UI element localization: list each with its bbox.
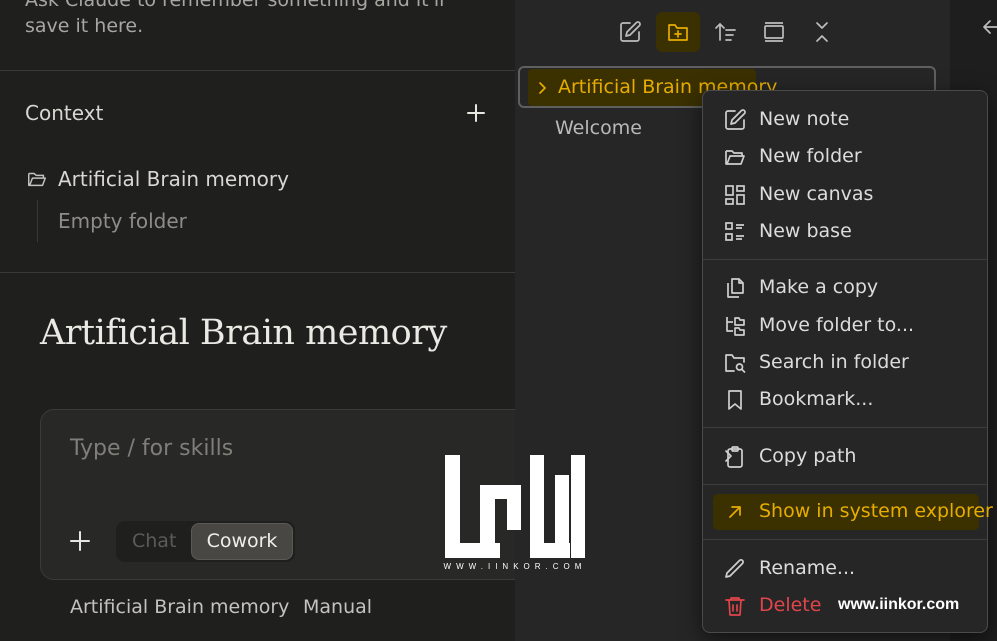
- menu-item-new-base[interactable]: New base: [713, 214, 979, 250]
- menu-item-rename[interactable]: Rename...: [713, 551, 979, 587]
- menu-item-new-folder[interactable]: New folder: [713, 139, 979, 175]
- memory-hint: Ask Claude to remember something and it'…: [25, 0, 445, 11]
- new-note-icon: [620, 21, 641, 42]
- copy-icon: [727, 278, 744, 298]
- watermark-logo: WWW.IINKOR.COM: [444, 455, 587, 571]
- mode-chat-button[interactable]: Chat: [132, 530, 176, 552]
- canvas-icon: [725, 185, 745, 205]
- plus-icon[interactable]: [69, 530, 91, 552]
- menu-item-label: Bookmark...: [759, 388, 874, 410]
- edit-icon: [725, 109, 746, 130]
- move-folder-icon: [726, 317, 745, 336]
- base-table-icon: [725, 222, 744, 241]
- context-title: Context: [25, 101, 104, 125]
- new-folder-icon: [668, 24, 688, 41]
- expand-collapse-icon: [816, 22, 828, 42]
- arrow-up-right-icon: [729, 506, 741, 518]
- collapse-button[interactable]: [752, 12, 796, 52]
- arrow-left-icon[interactable]: [982, 18, 997, 36]
- pencil-icon: [725, 559, 744, 578]
- mode-selector[interactable]: Manual: [303, 596, 372, 618]
- page-title: Artificial Brain memory: [40, 313, 447, 353]
- sort-icon: [715, 22, 736, 41]
- tree-item-welcome[interactable]: Welcome: [555, 117, 642, 139]
- menu-item-label: Show in system explorer: [759, 500, 993, 522]
- menu-item-label: New base: [759, 220, 852, 242]
- menu-item-label: Search in folder: [759, 351, 909, 373]
- watermark-url: www.iinkor.com: [838, 596, 960, 613]
- menu-separator: [703, 484, 987, 485]
- menu-item-label: New canvas: [759, 183, 874, 205]
- chevron-right-icon: [725, 450, 732, 462]
- bookmark-icon: [728, 390, 742, 410]
- new-folder-button[interactable]: [656, 12, 700, 52]
- menu-item-label: Move folder to...: [759, 314, 915, 336]
- divider: [0, 272, 515, 273]
- folder-search-icon: [725, 354, 746, 373]
- memory-hint-line-2: save it here.: [25, 15, 144, 37]
- folder-open-icon: [26, 168, 48, 190]
- trash-icon: [725, 597, 745, 616]
- context-folder-name[interactable]: Artificial Brain memory: [58, 167, 289, 191]
- chevron-right-icon: [539, 82, 546, 94]
- menu-item-show-in-system-explorer[interactable]: Show in system explorer: [713, 494, 993, 530]
- menu-item-make-a-copy[interactable]: Make a copy: [713, 270, 979, 306]
- menu-item-new-note[interactable]: New note: [713, 102, 979, 138]
- new-note-button[interactable]: [608, 12, 652, 52]
- menu-item-label: Rename...: [759, 557, 856, 579]
- menu-item-label: New folder: [759, 145, 862, 167]
- menu-separator: [703, 427, 987, 428]
- empty-folder-label: Empty folder: [58, 209, 187, 233]
- sort-button[interactable]: [704, 12, 748, 52]
- mode-cowork-button[interactable]: Cowork: [191, 523, 293, 560]
- menu-separator: [703, 259, 987, 260]
- watermark-logo-caption: WWW.IINKOR.COM: [444, 562, 587, 571]
- expand-collapse-button[interactable]: [800, 12, 844, 52]
- divider: [0, 70, 515, 71]
- collapse-icon: [764, 22, 784, 42]
- menu-item-label: Copy path: [759, 445, 857, 467]
- menu-item-bookmark[interactable]: Bookmark...: [713, 382, 979, 418]
- menu-item-label: Delete: [759, 594, 822, 616]
- menu-item-new-canvas[interactable]: New canvas: [713, 177, 979, 213]
- menu-item-label: Make a copy: [759, 276, 879, 298]
- context-menu: New note New folder New canvas New base …: [702, 90, 993, 633]
- project-selector[interactable]: Artificial Brain memory: [70, 596, 289, 618]
- folder-open-icon: [725, 150, 745, 165]
- menu-item-move-folder[interactable]: Move folder to...: [713, 308, 979, 344]
- tree-guide-line: [37, 200, 38, 242]
- composer-input[interactable]: Type / for skills: [70, 436, 233, 461]
- menu-item-label: New note: [759, 108, 850, 130]
- menu-separator: [703, 539, 987, 540]
- menu-item-copy-path[interactable]: Copy path: [713, 439, 979, 475]
- mode-toggle: Chat Cowork: [116, 521, 295, 562]
- plus-icon[interactable]: [466, 103, 486, 123]
- menu-item-search-in-folder[interactable]: Search in folder: [713, 345, 979, 381]
